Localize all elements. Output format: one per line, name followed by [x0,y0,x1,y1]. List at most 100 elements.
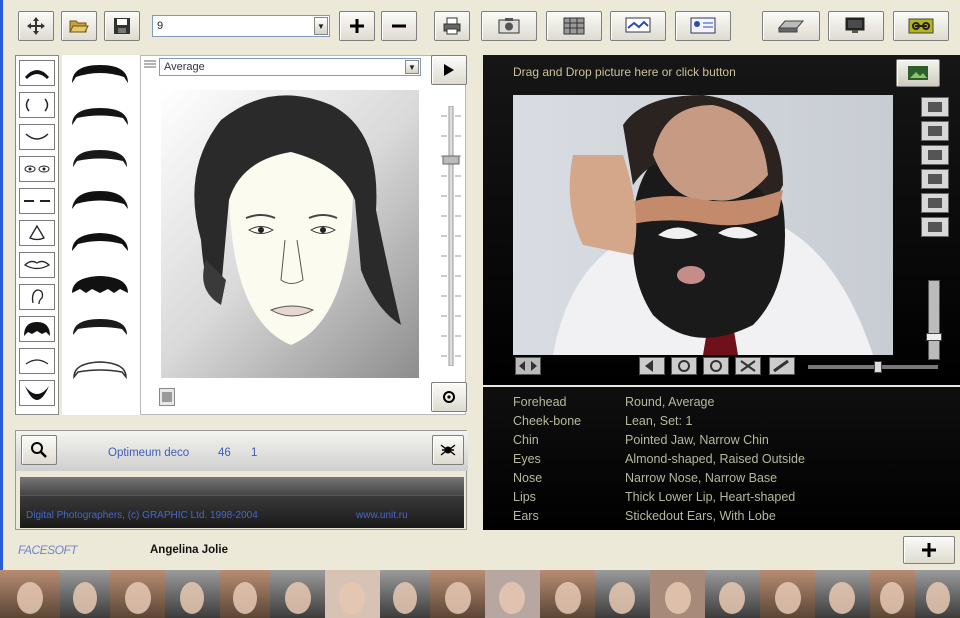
trait-key: Chin [513,433,539,447]
brows-line-icon [24,200,50,202]
combo-value: 9 [157,20,164,32]
hairstyle-option[interactable] [70,147,130,169]
tool-rotate-right-button[interactable] [921,121,949,141]
feature-eyes-pair-button[interactable] [19,156,55,182]
feature-beard-button[interactable] [19,380,55,406]
photo-button[interactable] [481,11,537,41]
tool-brightness-button[interactable] [921,217,949,237]
photo-tool-3-button[interactable] [703,357,729,375]
feature-hair-button[interactable] [19,316,55,342]
minus-icon [392,24,406,28]
feature-eyebrows-button[interactable] [19,60,55,86]
face-sketch-canvas[interactable] [161,90,419,378]
tool-flip-button[interactable] [921,145,949,165]
monitor-button[interactable] [828,11,884,41]
play-button[interactable] [431,55,467,85]
feature-brows-line-button[interactable] [19,188,55,214]
feature-lips-button[interactable] [19,252,55,278]
scanner-button[interactable] [762,11,820,41]
search-count: 46 [218,447,231,459]
trait-key: Ears [513,509,539,523]
hairstyle-option[interactable] [70,63,130,85]
rotate-right-icon [928,126,942,136]
feature-nose-button[interactable] [19,220,55,246]
rotate-icon [678,360,690,372]
preset-select[interactable]: Average ▼ [159,58,421,76]
website-link[interactable]: www.unit.ru [356,510,408,521]
photo-panel: Drag and Drop picture here or click butt… [483,55,960,385]
move-button[interactable] [18,11,54,41]
hair-icon [24,322,50,336]
hairstyle-option[interactable] [70,357,130,379]
search-button[interactable] [21,435,57,465]
id-card-button[interactable] [675,11,731,41]
trait-value: Stickedout Ears, With Lobe [625,509,776,523]
hairstyle-option[interactable] [70,315,130,337]
trait-key: Forehead [513,395,567,409]
trait-value: Lean, Set: 1 [625,414,693,428]
tool-rotate-left-button[interactable] [921,97,949,117]
lips-icon [23,260,51,270]
sketch-panel: Average ▼ [140,55,466,415]
hairstyle-option[interactable] [70,231,130,253]
hairstyle-option[interactable] [70,105,130,127]
trait-key: Lips [513,490,536,504]
load-picture-button[interactable] [896,59,940,87]
grid-button[interactable] [546,11,602,41]
add-button[interactable] [339,11,375,41]
window-edge [0,0,3,618]
face-sketch-image [194,95,401,345]
photo-tool-4-button[interactable] [735,357,761,375]
save-icon [114,18,130,34]
photo-vertical-slider[interactable] [926,280,942,360]
rotate-left-icon [928,102,942,112]
combo-input[interactable]: 9 ▼ [152,15,330,37]
photo-tool-5-button[interactable] [769,357,795,375]
hairstyle-option[interactable] [70,189,130,211]
sketch-vertical-slider[interactable] [441,105,461,367]
remove-button[interactable] [381,11,417,41]
slider-scale [441,105,461,367]
web-icon [625,17,651,33]
photo-tool-1-button[interactable] [639,357,665,375]
id-card-icon [690,17,716,34]
eyes-pair-icon [24,165,50,173]
photo-tool-2-button[interactable] [671,357,697,375]
slider-thumb[interactable] [874,361,882,373]
small-thumb-button[interactable] [159,388,175,406]
move-icon [27,17,45,35]
feature-eyes-button[interactable] [19,92,55,118]
save-button[interactable] [104,11,140,41]
eyebrows-icon [25,70,49,79]
slider-thumb[interactable] [926,333,942,341]
print-button[interactable] [434,11,470,41]
image-icon [162,392,172,402]
copyright-text: Digital Photographers, (c) GRAPHIC Ltd. … [26,510,258,521]
masked-man-photo [553,95,873,355]
photo-nav-button[interactable] [515,357,541,375]
drop-instruction: Drag and Drop picture here or click butt… [513,65,736,79]
play-icon [444,64,454,76]
web-button[interactable] [610,11,666,41]
face-gallery-strip[interactable] [0,570,960,618]
arrows-icon [519,361,537,371]
spider-button[interactable] [432,435,464,465]
add-person-button[interactable] [903,536,955,564]
picture-icon [908,66,928,80]
tool-zoom-button[interactable] [921,193,949,213]
photo-icon [498,18,520,34]
hairstyle-option[interactable] [70,273,130,295]
selected-person-name: Angelina Jolie [150,544,228,556]
chevron-down-icon[interactable]: ▼ [405,60,419,74]
drop-target-photo[interactable] [513,95,893,355]
settings-button[interactable] [431,382,467,412]
tool-crop-button[interactable] [921,169,949,189]
feature-mouth-button[interactable] [19,124,55,150]
open-button[interactable] [61,11,97,41]
feature-chin-line-button[interactable] [19,348,55,374]
feature-ear-button[interactable] [19,284,55,310]
photo-horizontal-slider[interactable] [808,361,938,373]
chevron-down-icon[interactable]: ▼ [314,17,328,35]
link-button[interactable] [893,11,949,41]
menu-icon [144,60,156,68]
